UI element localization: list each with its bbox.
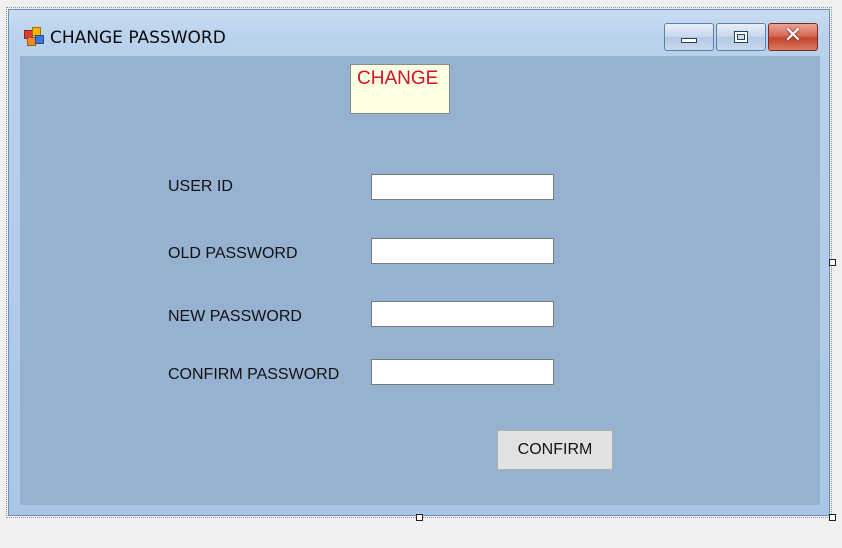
- confirm-password-label: CONFIRM PASSWORD: [168, 366, 340, 383]
- new-password-label: NEW PASSWORD: [168, 308, 302, 325]
- resize-handle-right[interactable]: [829, 259, 836, 266]
- designer-surface: CHANGE PASSWORD ✕ CHANGE USER ID OLD PAS…: [0, 0, 842, 548]
- change-label-box: CHANGE: [350, 64, 450, 114]
- new-password-input[interactable]: [371, 301, 554, 327]
- maximize-button[interactable]: [716, 23, 766, 51]
- old-password-label: OLD PASSWORD: [168, 245, 298, 262]
- maximize-icon: [734, 31, 748, 43]
- window-title: CHANGE PASSWORD: [50, 28, 226, 48]
- windows-form-icon: [24, 27, 44, 47]
- close-icon: ✕: [783, 23, 803, 48]
- minimize-button[interactable]: [664, 23, 714, 51]
- client-area: CHANGE USER ID OLD PASSWORD NEW PASSWORD…: [20, 56, 820, 505]
- resize-handle-bottom[interactable]: [416, 514, 423, 521]
- title-bar[interactable]: CHANGE PASSWORD ✕: [9, 10, 829, 56]
- user-id-input[interactable]: [371, 174, 554, 200]
- close-button[interactable]: ✕: [768, 23, 818, 51]
- resize-handle-corner[interactable]: [829, 514, 836, 521]
- minimize-icon: [681, 37, 697, 43]
- form-window: CHANGE PASSWORD ✕ CHANGE USER ID OLD PAS…: [6, 7, 832, 518]
- user-id-label: USER ID: [168, 178, 233, 195]
- old-password-input[interactable]: [371, 238, 554, 264]
- change-label: CHANGE: [357, 68, 439, 89]
- confirm-button[interactable]: CONFIRM: [497, 430, 613, 470]
- confirm-password-input[interactable]: [371, 359, 554, 385]
